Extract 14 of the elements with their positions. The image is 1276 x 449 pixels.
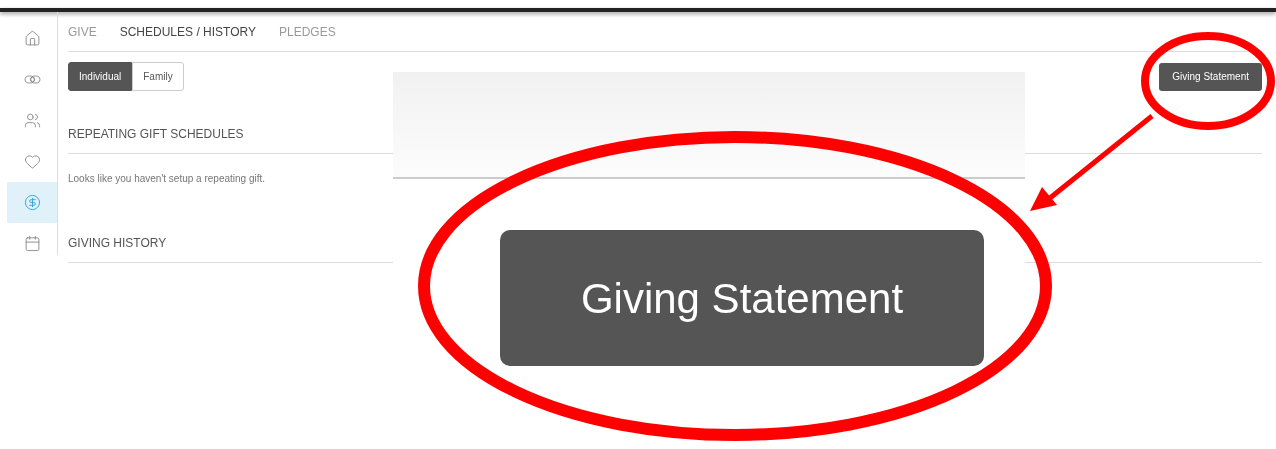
empty-message: Looks like you haven't setup a repeating gift. <box>68 172 267 186</box>
home-icon <box>23 30 41 47</box>
giving-statement-button[interactable]: Giving Statement <box>500 230 984 366</box>
giving-statement-button[interactable]: Giving Statement <box>1159 62 1262 91</box>
tab[interactable]: SCHEDULES / HISTORY <box>119 22 256 41</box>
dollar-icon <box>23 194 41 211</box>
segment-button[interactable]: Family <box>132 62 184 91</box>
heart-icon <box>23 153 41 170</box>
calendar-icon <box>23 235 41 252</box>
segment-button[interactable]: Individual <box>68 62 133 91</box>
section-title: REPEATING GIFT SCHEDULES <box>68 127 244 141</box>
sidebar-item[interactable] <box>7 182 57 223</box>
section-title: GIVING HISTORY <box>68 236 167 250</box>
people-icon <box>23 112 41 129</box>
